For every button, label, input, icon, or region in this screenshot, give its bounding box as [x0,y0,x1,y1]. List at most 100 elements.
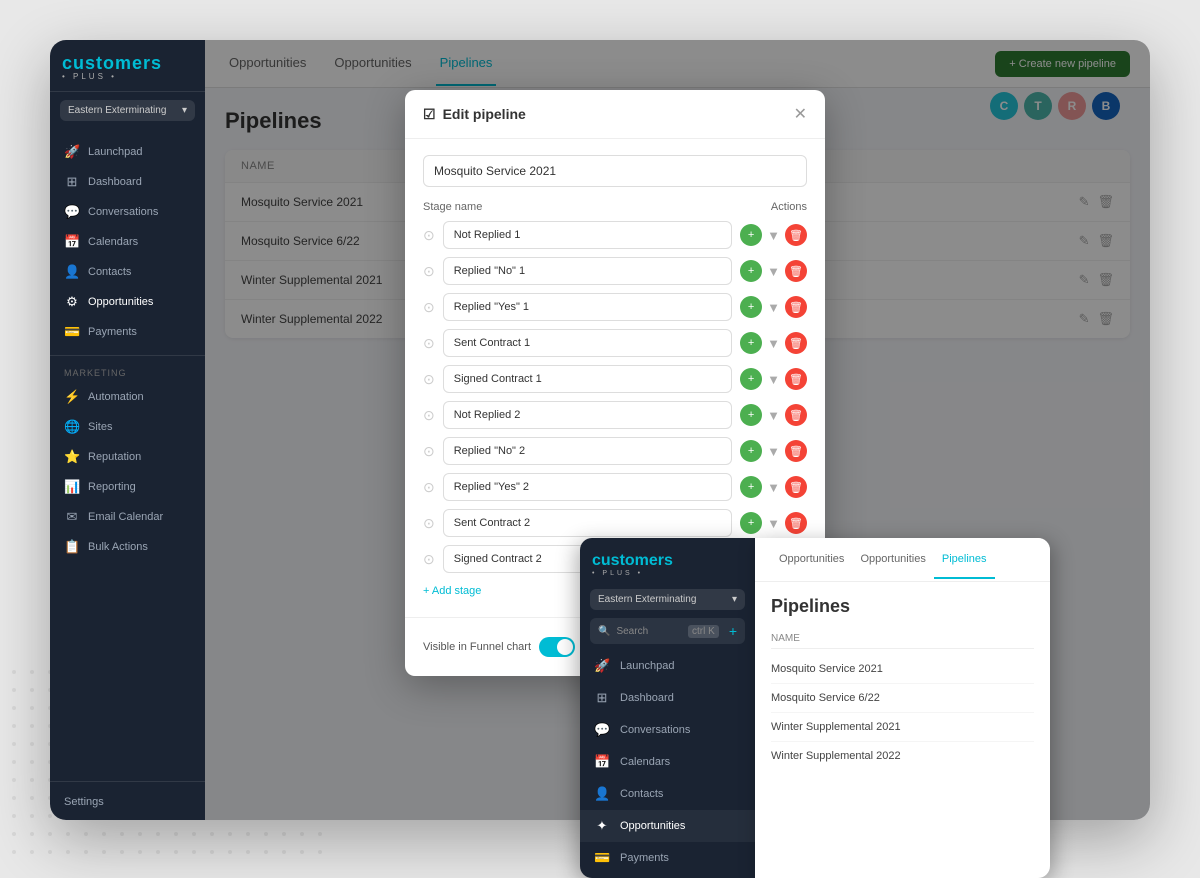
fg-sidebar-item-contacts[interactable]: 👤 Contacts [580,778,755,810]
stage-input-9[interactable] [443,509,732,537]
stage-delete-button[interactable]: 🗑 [785,476,807,498]
fg-search-add-icon[interactable]: + [729,623,737,639]
stage-input-7[interactable] [443,437,732,465]
fg-tab-opportunities[interactable]: Opportunities [771,541,852,579]
sidebar-label-dashboard: Dashboard [88,176,142,188]
sidebar-item-opportunities[interactable]: ⚙ Opportunities [50,287,205,317]
stage-input-3[interactable] [443,293,732,321]
drag-handle-icon: ⊙ [423,263,435,280]
sidebar-item-reporting[interactable]: 📊 Reporting [50,472,205,502]
calendars-icon: 📅 [64,234,80,250]
sidebar-item-dashboard[interactable]: ⊞ Dashboard [50,167,205,197]
stage-filter-button[interactable]: ▼ [767,336,780,351]
stage-add-button[interactable]: + [740,440,762,462]
opportunities-icon: ⚙ [64,294,80,310]
fg-sidebar-item-conversations[interactable]: 💬 Conversations [580,714,755,746]
pipeline-name-input[interactable] [423,155,807,187]
stage-filter-button[interactable]: ▼ [767,300,780,315]
stage-filter-button[interactable]: ▼ [767,480,780,495]
foreground-sidebar: customers • PLUS • Eastern Exterminating… [580,538,755,878]
account-name: Eastern Exterminating [68,105,166,116]
stage-row-8: ⊙ + ▼ 🗑 [423,473,807,501]
fg-sidebar-item-calendars[interactable]: 📅 Calendars [580,746,755,778]
stage-add-button[interactable]: + [740,476,762,498]
stage-input-4[interactable] [443,329,732,357]
sidebar-item-reputation[interactable]: ⭐ Reputation [50,442,205,472]
fg-table-header: Name [771,629,1034,649]
fg-search-shortcut: ctrl K [688,625,719,638]
calendars-icon: 📅 [594,754,610,770]
fg-header: Opportunities Opportunities Pipelines [755,538,1050,582]
payments-icon: 💳 [594,850,610,866]
stage-filter-button[interactable]: ▼ [767,228,780,243]
fg-sidebar-item-payments[interactable]: 💳 Payments [580,842,755,874]
sidebar-item-conversations[interactable]: 💬 Conversations [50,197,205,227]
sidebar-label-reputation: Reputation [88,451,141,463]
modal-close-button[interactable]: ✕ [794,104,807,124]
sidebar-label-bulk-actions: Bulk Actions [88,541,148,553]
stage-delete-button[interactable]: 🗑 [785,332,807,354]
stage-input-8[interactable] [443,473,732,501]
opportunities-icon: ✦ [594,818,610,834]
stage-input-5[interactable] [443,365,732,393]
sidebar-label-payments: Payments [88,326,137,338]
add-stage-button[interactable]: + Add stage [423,581,481,601]
fg-sidebar-item-opportunities[interactable]: ✦ Opportunities [580,810,755,842]
contacts-icon: 👤 [64,264,80,280]
account-selector[interactable]: Eastern Exterminating ▾ [60,100,195,121]
stage-add-button[interactable]: + [740,260,762,282]
edit-icon: ☑ [423,106,436,123]
fg-sidebar-label: Dashboard [620,692,674,704]
funnel-chart-label: Visible in Funnel chart [423,641,531,653]
sidebar-label-calendars: Calendars [88,236,138,248]
stage-delete-button[interactable]: 🗑 [785,296,807,318]
stage-input-2[interactable] [443,257,732,285]
fg-page-title: Pipelines [771,596,1034,617]
stage-add-button[interactable]: + [740,404,762,426]
fg-search[interactable]: 🔍 Search ctrl K + [590,618,745,644]
fg-tab-pipelines[interactable]: Pipelines [934,541,995,579]
stage-add-button[interactable]: + [740,224,762,246]
stage-actions: + ▼ 🗑 [740,512,807,534]
sidebar-item-bulk-actions[interactable]: 📋 Bulk Actions [50,532,205,562]
sidebar-item-sites[interactable]: 🌐 Sites [50,412,205,442]
stage-add-button[interactable]: + [740,296,762,318]
stage-add-button[interactable]: + [740,512,762,534]
stage-delete-button[interactable]: 🗑 [785,368,807,390]
fg-sidebar-item-dashboard[interactable]: ⊞ Dashboard [580,682,755,714]
conversations-icon: 💬 [594,722,610,738]
stage-filter-button[interactable]: ▼ [767,372,780,387]
fg-nav: 🚀 Launchpad ⊞ Dashboard 💬 Conversations … [580,650,755,878]
sidebar-item-email-calendar[interactable]: ✉ Email Calendar [50,502,205,532]
stage-filter-button[interactable]: ▼ [767,264,780,279]
stage-row-6: ⊙ + ▼ 🗑 [423,401,807,429]
sidebar-item-payments[interactable]: 💳 Payments [50,317,205,347]
stage-delete-button[interactable]: 🗑 [785,440,807,462]
stage-delete-button[interactable]: 🗑 [785,260,807,282]
sidebar-item-contacts[interactable]: 👤 Contacts [50,257,205,287]
stage-add-button[interactable]: + [740,332,762,354]
modal-title: ☑ Edit pipeline [423,106,526,123]
stage-delete-button[interactable]: 🗑 [785,224,807,246]
funnel-chart-toggle[interactable] [539,637,575,657]
fg-tab-opportunities2[interactable]: Opportunities [852,541,933,579]
stage-input-1[interactable] [443,221,732,249]
sidebar-label-sites: Sites [88,421,112,433]
sidebar-item-automation[interactable]: ⚡ Automation [50,382,205,412]
fg-sidebar-item-launchpad[interactable]: 🚀 Launchpad [580,650,755,682]
fg-account-selector[interactable]: Eastern Exterminating ▾ [590,589,745,610]
stage-delete-button[interactable]: 🗑 [785,512,807,534]
sidebar-nav: 🚀 Launchpad ⊞ Dashboard 💬 Conversations … [50,129,205,781]
stage-add-button[interactable]: + [740,368,762,390]
nav-divider [50,355,205,356]
stage-filter-button[interactable]: ▼ [767,408,780,423]
reputation-icon: ⭐ [64,449,80,465]
sidebar-item-calendars[interactable]: 📅 Calendars [50,227,205,257]
stage-filter-button[interactable]: ▼ [767,516,780,531]
drag-handle-icon: ⊙ [423,299,435,316]
stage-input-6[interactable] [443,401,732,429]
stage-filter-button[interactable]: ▼ [767,444,780,459]
stage-name-label: Stage name [423,201,482,213]
stage-delete-button[interactable]: 🗑 [785,404,807,426]
sidebar-item-launchpad[interactable]: 🚀 Launchpad [50,137,205,167]
